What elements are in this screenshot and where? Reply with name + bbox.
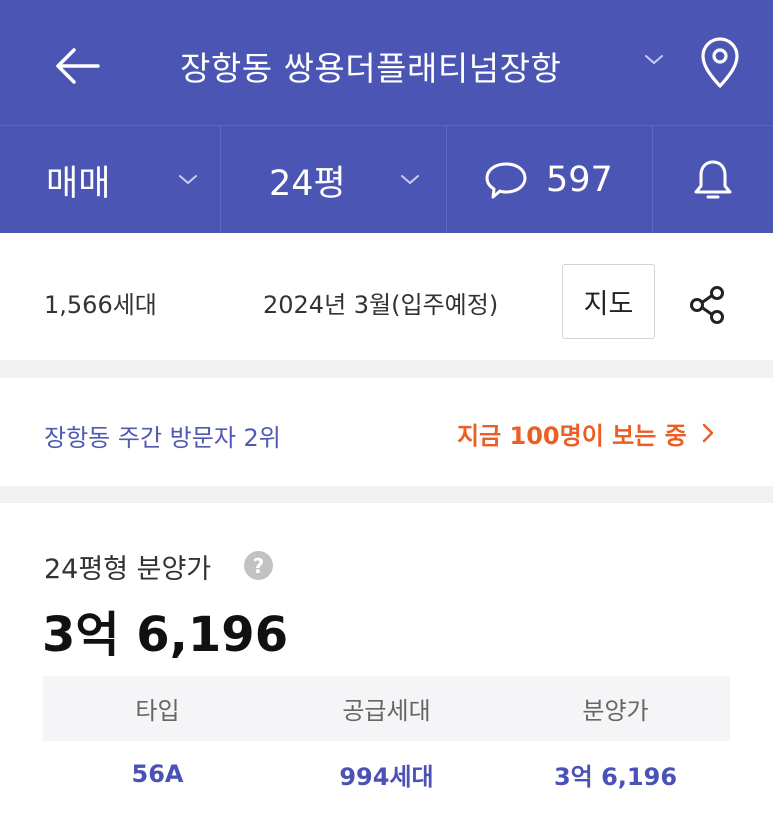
- price-value: 3억 6,196: [42, 607, 289, 663]
- share-icon: [690, 286, 724, 324]
- area-label: 24평: [269, 163, 346, 204]
- alert-button[interactable]: [653, 126, 773, 234]
- visitor-rank: 장항동 주간 방문자 2위: [44, 424, 281, 452]
- chevron-down-icon: [401, 175, 419, 185]
- chevron-right-icon: [702, 423, 713, 443]
- table-cell-type: 56A: [131, 760, 184, 788]
- comments-button[interactable]: 597: [447, 126, 652, 234]
- help-icon[interactable]: ?: [244, 551, 273, 580]
- ranking-row: 장항동 주간 방문자 2위 지금 100명이 보는 중: [0, 378, 773, 486]
- table-cell-supply: 994세대: [339, 762, 434, 791]
- live-viewers-label: 지금 100명이 보는 중: [457, 421, 687, 450]
- page-title: 장항동 쌍용더플래티넘장항: [180, 49, 562, 88]
- complex-selector[interactable]: 장항동 쌍용더플래티넘장항: [140, 30, 680, 100]
- chevron-down-icon: [179, 175, 197, 185]
- chevron-down-icon: [645, 55, 663, 65]
- table-header-price: 분양가: [582, 697, 649, 725]
- map-pin-icon: [701, 37, 739, 88]
- arrow-left-icon: [56, 48, 100, 84]
- speech-bubble-icon: [485, 162, 527, 199]
- trade-type-dropdown[interactable]: 매매: [0, 126, 220, 234]
- table-header-supply: 공급세대: [342, 697, 431, 725]
- location-button[interactable]: [695, 34, 745, 94]
- bell-icon: [694, 160, 732, 199]
- household-count: 1,566세대: [44, 291, 157, 319]
- section-separator: [0, 360, 773, 378]
- section-separator: [0, 486, 773, 503]
- filter-bar: 매매 24평 597: [0, 125, 773, 234]
- complex-info-row: 1,566세대 2024년 3월(입주예정) 지도: [0, 233, 773, 360]
- trade-type-label: 매매: [46, 163, 111, 204]
- area-dropdown[interactable]: 24평: [221, 126, 446, 234]
- table-cell-price: 3억 6,196: [553, 762, 678, 791]
- comment-count: 597: [546, 160, 613, 200]
- move-in-date: 2024년 3월(입주예정): [263, 291, 499, 319]
- table-header-type: 타입: [135, 697, 180, 725]
- price-section: 24평형 분양가 ? 3억 6,196 타입 공급세대 분양가 56A 994세…: [0, 503, 773, 825]
- map-button[interactable]: 지도: [562, 264, 655, 339]
- price-label: 24평형 분양가: [44, 554, 212, 585]
- app-header: 장항동 쌍용더플래티넘장항: [0, 0, 773, 125]
- share-button[interactable]: [686, 283, 730, 327]
- live-viewers-link[interactable]: 지금 100명이 보는 중: [457, 415, 715, 451]
- back-button[interactable]: [48, 36, 108, 96]
